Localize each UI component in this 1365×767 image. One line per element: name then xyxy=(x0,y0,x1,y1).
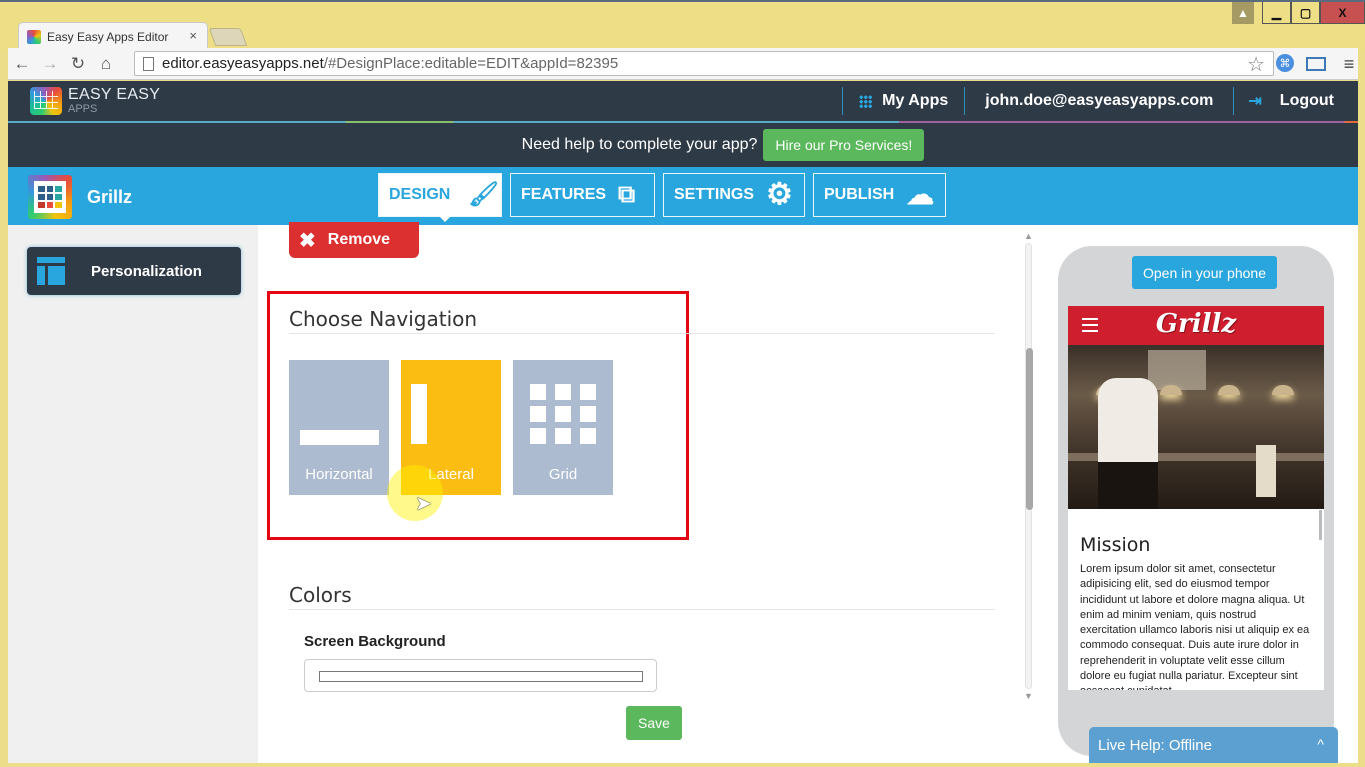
screen-capture-icon[interactable] xyxy=(1306,57,1326,71)
screen-background-label: Screen Background xyxy=(304,633,446,650)
gear-icon: ⚙ xyxy=(766,178,793,211)
favicon-icon xyxy=(27,29,41,44)
sidebar: Personalization xyxy=(8,225,258,763)
app-logo-icon xyxy=(28,175,72,219)
page-icon xyxy=(143,56,154,71)
tab-publish[interactable]: PUBLISH ☁ xyxy=(813,173,946,217)
tab-design[interactable]: DESIGN 🖌 xyxy=(378,173,502,222)
browser-tab[interactable]: Easy Easy Apps Editor × xyxy=(18,22,208,50)
my-apps-label: My Apps xyxy=(882,92,949,109)
section-divider xyxy=(289,609,995,610)
paintbrush-icon: 🖌 xyxy=(468,181,499,208)
mouse-cursor-icon: ➤ xyxy=(415,493,432,515)
choose-navigation-title: Choose Navigation xyxy=(289,307,478,331)
reload-icon[interactable]: ↻ xyxy=(64,54,92,74)
cloud-upload-icon: ☁ xyxy=(906,179,935,210)
logo-line1: EASY EASY xyxy=(68,86,161,103)
nav-option-horizontal[interactable]: Horizontal xyxy=(289,360,389,495)
app-bar: Grillz DESIGN 🖌 FEATURES ⧉ SETTINGS ⚙ PU… xyxy=(8,167,1358,225)
grid-icon xyxy=(530,384,598,445)
extension-icon[interactable]: ⌘ xyxy=(1276,54,1294,72)
mission-text: Lorem ipsum dolor sit amet, consectetur … xyxy=(1080,563,1310,690)
open-in-phone-button[interactable]: Open in your phone xyxy=(1132,256,1277,289)
logo-line2: APPS xyxy=(68,103,98,115)
window-controls: ▲ ▁ ▢ X xyxy=(1232,2,1365,24)
logout-label: Logout xyxy=(1279,92,1334,109)
kitchen-hero-image xyxy=(1068,345,1324,509)
close-window-button[interactable]: X xyxy=(1320,2,1365,24)
nav-option-label: Grid xyxy=(548,466,578,483)
tab-settings[interactable]: SETTINGS ⚙ xyxy=(663,173,805,217)
minimize-button[interactable]: ▁ xyxy=(1262,2,1291,24)
scroll-track[interactable] xyxy=(1025,243,1033,689)
user-profile-icon[interactable]: ▲ xyxy=(1232,2,1254,24)
my-apps-link[interactable]: My Apps xyxy=(843,92,964,110)
address-bar[interactable]: editor.easyeasyapps.net/#DesignPlace:edi… xyxy=(134,51,1274,76)
preview-scrollbar[interactable] xyxy=(1319,510,1322,540)
forward-icon[interactable]: → xyxy=(36,54,64,74)
preview-header: Grillz xyxy=(1068,306,1324,345)
user-email[interactable]: john.doe@easyeasyapps.com xyxy=(965,92,1233,110)
preview-brand: Grillz xyxy=(1155,309,1237,339)
vertical-bar-icon xyxy=(411,384,427,444)
app-page: EASY EASY APPS My Apps john.doe@easyeasy… xyxy=(8,81,1358,763)
scroll-thumb[interactable] xyxy=(1026,348,1033,510)
live-help-widget[interactable]: Live Help: Offline ^ xyxy=(1089,727,1338,763)
tab-design-label: DESIGN xyxy=(389,186,451,203)
browser-titlebar: Easy Easy Apps Editor × ▲ ▁ ▢ X xyxy=(0,0,1365,50)
scroll-down-icon[interactable]: ▼ xyxy=(1024,691,1033,701)
help-text: Need help to complete your app? xyxy=(521,136,758,153)
sidebar-item-personalization[interactable]: Personalization xyxy=(27,247,241,295)
url-host: editor.easyeasyapps.net xyxy=(162,55,324,72)
close-x-icon: ✖ xyxy=(299,229,316,252)
nav-option-grid[interactable]: Grid xyxy=(513,360,613,495)
apps-grid-icon xyxy=(859,94,873,108)
section-divider xyxy=(289,333,995,334)
colors-title: Colors xyxy=(289,583,352,607)
chevron-up-icon[interactable]: ^ xyxy=(1317,736,1324,752)
nav-option-label: Horizontal xyxy=(305,466,373,483)
live-help-label: Live Help: Offline xyxy=(1098,736,1212,754)
scroll-up-icon[interactable]: ▲ xyxy=(1024,231,1033,241)
sidebar-item-label: Personalization xyxy=(91,262,202,280)
easyeasyapps-logo[interactable]: EASY EASY APPS xyxy=(30,87,160,115)
logout-icon: ⇥ xyxy=(1248,93,1262,110)
color-swatch xyxy=(319,671,643,682)
content-scrollbar[interactable]: ▲ ▼ xyxy=(1024,231,1034,701)
browser-menu-icon[interactable]: ≡ xyxy=(1338,54,1360,74)
tab-publish-label: PUBLISH xyxy=(824,186,895,203)
horizontal-bar-icon xyxy=(300,430,379,445)
tab-title: Easy Easy Apps Editor xyxy=(47,29,169,44)
save-button[interactable]: Save xyxy=(626,706,682,740)
layout-icon xyxy=(37,257,65,285)
help-banner: Need help to complete your app? Hire our… xyxy=(8,123,1358,167)
tab-features[interactable]: FEATURES ⧉ xyxy=(510,173,655,217)
top-navigation: EASY EASY APPS My Apps john.doe@easyeasy… xyxy=(8,81,1358,123)
maximize-button[interactable]: ▢ xyxy=(1291,2,1320,24)
phone-preview: Open in your phone Grillz Mission Lorem … xyxy=(1058,246,1334,756)
browser-toolbar: ← → ↻ ⌂ editor.easyeasyapps.net/#DesignP… xyxy=(8,48,1358,80)
remove-button[interactable]: ✖ Remove xyxy=(289,222,419,258)
mission-title: Mission xyxy=(1080,534,1151,556)
tags-icon: ⧉ xyxy=(618,181,636,208)
remove-label: Remove xyxy=(327,231,391,248)
new-tab-button[interactable] xyxy=(208,28,248,46)
screen-background-color-picker[interactable] xyxy=(304,659,657,692)
tab-close-button[interactable]: × xyxy=(189,28,197,43)
app-name: Grillz xyxy=(87,187,133,207)
logo-icon xyxy=(30,87,62,115)
design-panel: ✖ Remove Choose Navigation Horizontal La… xyxy=(258,222,1018,763)
phone-screen: Grillz Mission Lorem ipsum dolor sit ame… xyxy=(1068,306,1324,690)
back-icon[interactable]: ← xyxy=(8,54,36,74)
url-path: /#DesignPlace:editable=EDIT&appId=82395 xyxy=(323,55,619,72)
hire-pro-services-button[interactable]: Hire our Pro Services! xyxy=(763,129,925,161)
logout-link[interactable]: ⇥ Logout xyxy=(1234,91,1358,111)
bookmark-star-icon[interactable]: ☆ xyxy=(1247,52,1265,77)
tab-features-label: FEATURES xyxy=(521,186,607,203)
tab-settings-label: SETTINGS xyxy=(674,186,755,203)
main-tabs: DESIGN 🖌 FEATURES ⧉ SETTINGS ⚙ PUBLISH ☁ xyxy=(378,173,946,222)
home-icon[interactable]: ⌂ xyxy=(92,54,120,74)
